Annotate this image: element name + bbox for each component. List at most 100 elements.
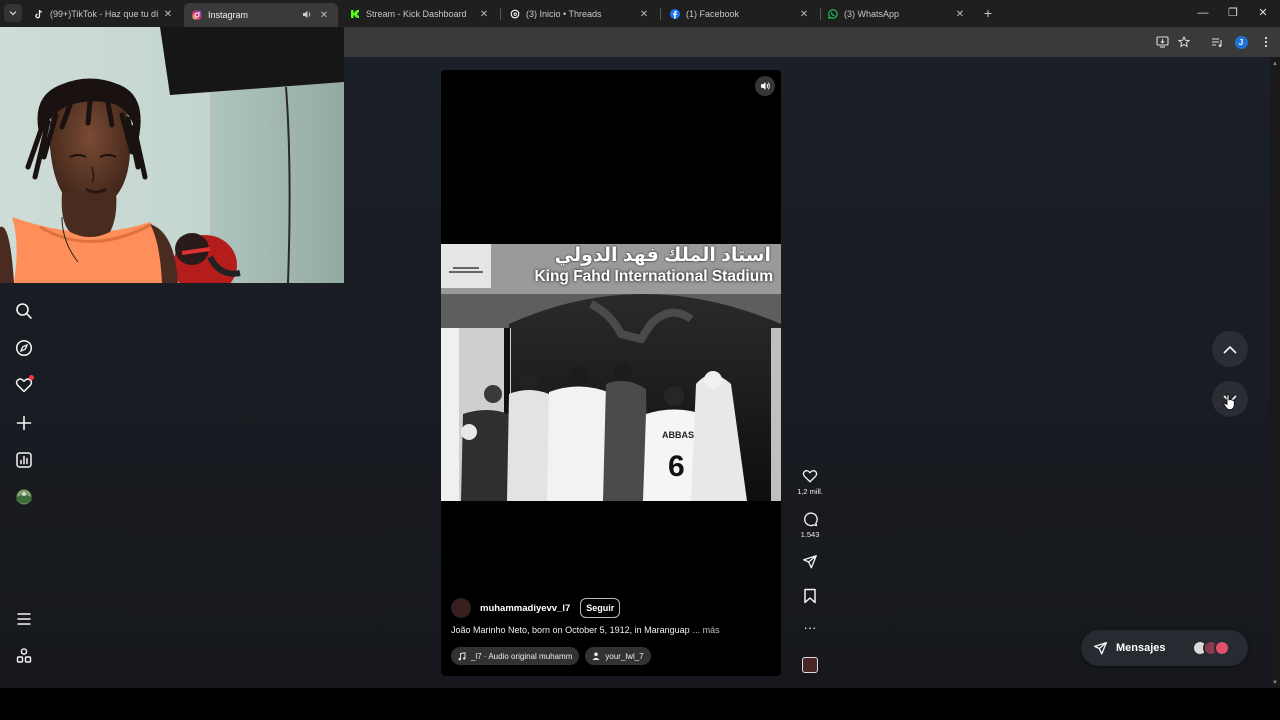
tab-title: (1) Facebook [686,9,740,19]
explore-nav-button[interactable] [14,338,34,358]
browser-menu-button[interactable] [1258,34,1274,50]
reel-chips: _l7 · Audio original muhamm your_lwl_7 [451,647,651,665]
reel-author-row: muhammadiyevv_l7 Seguir [451,597,621,619]
instagram-icon [192,10,202,20]
webcam-overlay [0,27,344,283]
close-icon[interactable]: ✕ [954,9,966,20]
player-name: ABBAS [662,430,694,440]
send-icon [1094,641,1107,655]
more-options-action[interactable]: ··· [796,620,824,635]
chevron-down-icon [9,11,17,16]
minimize-button[interactable]: — [1188,4,1218,22]
apps-grid-icon [16,648,32,663]
like-count: 1,2 mill. [797,487,823,496]
whatsapp-icon [828,9,838,19]
reel-player[interactable]: 6 ABBAS استاد الملك فهد الدولي King Fahd… [441,70,781,676]
tiktok-icon [34,9,44,19]
avatar [1214,640,1230,656]
tab-threads[interactable]: (3) Inicio • Threads ✕ [502,3,658,25]
audio-thumbnail[interactable] [802,657,818,673]
reel-caption: João Marinho Neto, born on October 5, 19… [451,625,720,635]
create-nav-button[interactable] [14,413,34,433]
caption-text: João Marinho Neto, born on October 5, 19… [451,625,690,635]
tab-instagram[interactable]: Instagram ✕ [184,3,338,27]
new-tab-button[interactable]: + [980,5,996,21]
close-icon[interactable]: ✕ [638,9,650,20]
user-icon [592,652,600,660]
close-icon: ✕ [1258,7,1268,19]
search-nav-button[interactable] [14,301,34,321]
kebab-menu-icon [1264,36,1268,48]
profile-button[interactable]: J [1233,34,1249,50]
avatar[interactable] [451,598,471,618]
tab-separator [660,8,661,20]
threads-icon [510,9,520,19]
save-action[interactable] [796,588,824,604]
insights-icon [16,452,32,468]
facebook-icon [670,9,680,19]
close-icon[interactable]: ✕ [318,10,330,21]
caption-more-link[interactable]: ... más [693,625,720,635]
media-control-icon[interactable] [1209,34,1225,50]
share-action[interactable] [796,554,824,570]
close-icon[interactable]: ✕ [798,9,810,20]
hand-cursor-icon [1223,394,1235,410]
tab-tiktok[interactable]: (99+)TikTok - Haz que tu día sea ✕ [26,3,182,25]
tab-whatsapp[interactable]: (3) WhatsApp ✕ [820,3,974,25]
messages-button[interactable]: Mensajes [1081,630,1248,666]
sound-toggle-button[interactable] [755,76,775,96]
close-icon[interactable]: ✕ [478,9,490,20]
music-note-icon [458,651,466,661]
taskbar-strip [0,688,1280,720]
previous-reel-button[interactable] [1212,331,1248,367]
also-from-meta-button[interactable] [14,646,34,666]
follow-button[interactable]: Seguir [580,598,621,618]
tab-search-button[interactable] [4,4,22,22]
kick-icon [350,9,360,19]
avatar: J [1234,35,1248,49]
like-action[interactable]: 1,2 mill. [796,468,824,496]
webcam-video [0,27,344,283]
bookmark-icon [804,588,816,604]
tagged-user-chip[interactable]: your_lwl_7 [585,647,651,665]
tagged-user-label: your_lwl_7 [605,651,644,661]
notification-dot [29,375,34,380]
more-nav-button[interactable] [14,609,34,629]
messages-label: Mensajes [1116,642,1166,654]
comment-icon [804,512,818,527]
bookmark-star-icon[interactable] [1176,34,1192,50]
profile-avatar-icon [16,489,32,505]
profile-nav-button[interactable] [14,487,34,507]
install-app-icon[interactable] [1154,34,1170,50]
comment-action[interactable]: 1.543 [796,511,824,539]
plus-icon [16,415,32,431]
notifications-nav-button[interactable] [14,375,34,395]
compass-icon [15,339,33,357]
tab-title: Instagram [208,10,249,20]
tab-separator [500,8,501,20]
more-options-icon: ··· [803,620,817,635]
minimize-icon: — [1197,7,1209,19]
tab-title: (3) WhatsApp [844,9,900,19]
browser-tab-strip: (99+)TikTok - Haz que tu día sea ✕ Insta… [0,0,1280,27]
tab-title: (99+)TikTok - Haz que tu día sea [50,9,158,19]
scroll-down-arrow[interactable]: ▼ [1272,680,1278,686]
search-icon [16,303,32,319]
close-icon[interactable]: ✕ [162,9,174,20]
restore-button[interactable]: ❐ [1218,4,1248,22]
speaker-icon[interactable] [302,10,312,21]
dashboard-nav-button[interactable] [14,450,34,470]
tab-facebook[interactable]: (1) Facebook ✕ [662,3,818,25]
close-window-button[interactable]: ✕ [1248,4,1278,22]
message-avatars [1192,640,1230,656]
scroll-up-arrow[interactable]: ▲ [1272,61,1278,67]
player-number: 6 [668,450,685,483]
audio-chip[interactable]: _l7 · Audio original muhamm [451,647,580,665]
tab-kick[interactable]: Stream - Kick Dashboard ✕ [342,3,498,25]
page-scrollbar[interactable] [1270,57,1280,688]
author-username[interactable]: muhammadiyevv_l7 [480,603,570,614]
video-overlay-english: King Fahd International Stadium [534,268,773,285]
video-frame: 6 ABBAS استاد الملك فهد الدولي King Fahd… [441,244,781,501]
audio-chip-label: _l7 · Audio original muhamm [471,651,573,661]
hamburger-menu-icon [17,613,31,625]
